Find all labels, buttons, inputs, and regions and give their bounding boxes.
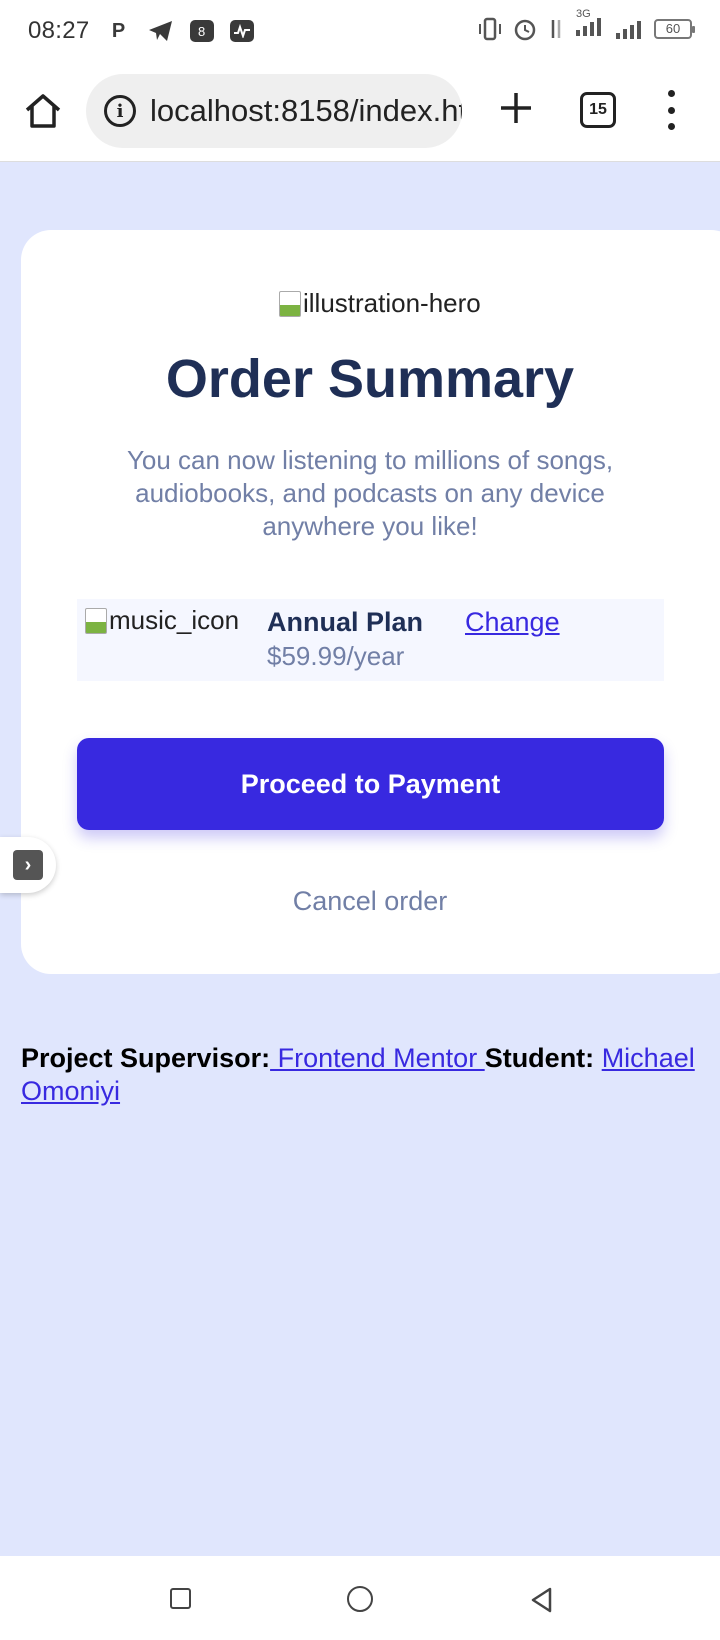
home-button[interactable] [347,1586,373,1612]
app-notification-icon: 8 [189,20,214,42]
proceed-to-payment-button[interactable]: Proceed to Payment [77,738,664,830]
battery-icon: 60 [654,18,695,39]
battery-level: 60 [665,21,681,36]
chevron-right-icon: › [13,850,43,880]
back-icon[interactable] [528,1586,556,1614]
broken-image-icon [85,607,107,634]
student-label: Student: [484,1043,595,1073]
home-icon[interactable] [22,90,64,132]
status-time: 08:27 [28,17,90,44]
supervisor-link[interactable]: Frontend Mentor [270,1043,485,1073]
activity-icon [229,20,254,42]
vibrate-icon [479,17,501,40]
signal-bars-icon [616,20,641,39]
music-alt-text: music_icon [109,605,240,635]
tab-count: 15 [589,101,607,118]
info-icon[interactable]: i [104,95,136,127]
address-bar[interactable]: i localhost:8158/index.html [86,74,462,148]
change-plan-link[interactable]: Change [465,607,560,638]
broken-image-icon [279,290,301,317]
system-nav-bar [0,1556,720,1640]
side-panel-handle[interactable]: › [0,837,56,893]
alarm-icon [514,19,536,40]
browser-toolbar: i localhost:8158/index.html 15 [0,62,720,162]
telegram-icon [148,18,174,44]
signal-3g-icon: 3G [574,8,604,43]
plan-name: Annual Plan [267,607,424,637]
plan-box: music_icon Annual Plan $59.99/year Chang… [77,599,664,681]
attribution: Project Supervisor: Frontend Mentor Stud… [21,1042,711,1108]
music-image: music_icon [85,605,239,636]
more-menu-icon[interactable] [662,90,680,130]
notification-icons: P 8 [106,18,254,44]
description-text: You can now listening to millions of son… [126,445,614,541]
data-transfer-icon [551,19,561,38]
parking-app-icon: P [111,19,126,42]
page-title: Order Summary [165,349,575,409]
new-tab-icon[interactable] [496,88,536,128]
url-text[interactable]: localhost:8158/index.html [150,93,462,129]
hero-alt-text: illustration-hero [303,288,481,318]
supervisor-label: Project Supervisor: [21,1043,271,1073]
order-summary-card: illustration-hero Order Summary You can … [21,230,720,974]
system-status-icons: 3G 60 [478,8,695,43]
hero-illustration: illustration-hero [279,288,481,319]
status-bar: 08:27 P 8 3G 60 [0,0,720,62]
plan-price: $59.99/year [267,641,405,671]
cancel-order-button[interactable]: Cancel order [21,886,719,917]
recents-button[interactable] [170,1588,191,1609]
tab-switcher-button[interactable]: 15 [580,92,616,128]
